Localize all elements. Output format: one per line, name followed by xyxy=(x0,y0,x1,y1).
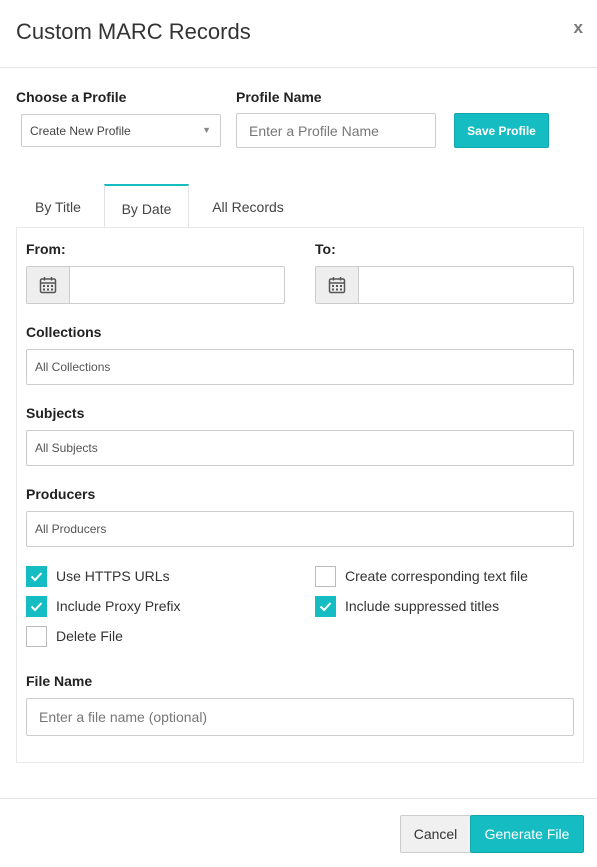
close-button[interactable]: x xyxy=(574,18,583,38)
to-date-input[interactable] xyxy=(359,267,573,303)
generate-file-button[interactable]: Generate File xyxy=(470,815,584,853)
save-profile-button[interactable]: Save Profile xyxy=(454,113,549,148)
suppressed-titles-label: Include suppressed titles xyxy=(345,598,500,614)
subjects-value: All Subjects xyxy=(35,441,98,455)
check-icon xyxy=(319,602,332,612)
collections-select[interactable]: All Collections xyxy=(26,349,574,385)
from-label: From: xyxy=(26,241,66,257)
choose-profile-label: Choose a Profile xyxy=(16,89,127,105)
subjects-label: Subjects xyxy=(26,405,85,421)
suppressed-titles-checkbox[interactable] xyxy=(315,596,336,617)
collections-label: Collections xyxy=(26,324,102,340)
to-label: To: xyxy=(315,241,336,257)
calendar-icon[interactable] xyxy=(27,267,70,303)
text-file-checkbox[interactable] xyxy=(315,566,336,587)
subjects-select[interactable]: All Subjects xyxy=(26,430,574,466)
file-name-label: File Name xyxy=(26,673,93,689)
producers-label: Producers xyxy=(26,486,96,502)
from-date-group xyxy=(26,266,285,304)
producers-value: All Producers xyxy=(35,522,107,536)
text-file-label: Create corresponding text file xyxy=(345,568,528,584)
tab-all-records[interactable]: All Records xyxy=(193,184,303,228)
to-date-group xyxy=(315,266,574,304)
profile-name-input[interactable] xyxy=(236,113,436,148)
producers-select[interactable]: All Producers xyxy=(26,511,574,547)
tab-by-title[interactable]: By Title xyxy=(16,184,100,228)
https-urls-label: Use HTTPS URLs xyxy=(56,568,170,584)
profile-select-value: Create New Profile xyxy=(30,124,131,138)
caret-down-icon: ▼ xyxy=(202,125,211,135)
check-icon xyxy=(30,572,43,582)
profile-select[interactable]: Create New Profile ▼ xyxy=(21,114,221,147)
check-icon xyxy=(30,602,43,612)
collections-value: All Collections xyxy=(35,360,111,374)
from-date-input[interactable] xyxy=(70,267,284,303)
by-date-panel xyxy=(16,227,584,763)
profile-name-label: Profile Name xyxy=(236,89,322,105)
calendar-icon[interactable] xyxy=(316,267,359,303)
proxy-prefix-label: Include Proxy Prefix xyxy=(56,598,181,614)
proxy-prefix-checkbox[interactable] xyxy=(26,596,47,617)
tab-by-date[interactable]: By Date xyxy=(104,184,189,228)
dialog-title: Custom MARC Records xyxy=(16,19,251,44)
https-urls-checkbox[interactable] xyxy=(26,566,47,587)
dialog-header: Custom MARC Records x xyxy=(0,0,597,68)
cancel-button[interactable]: Cancel xyxy=(400,815,471,853)
delete-file-label: Delete File xyxy=(56,628,123,644)
delete-file-checkbox[interactable] xyxy=(26,626,47,647)
footer-divider xyxy=(0,798,597,799)
file-name-input[interactable] xyxy=(26,698,574,736)
